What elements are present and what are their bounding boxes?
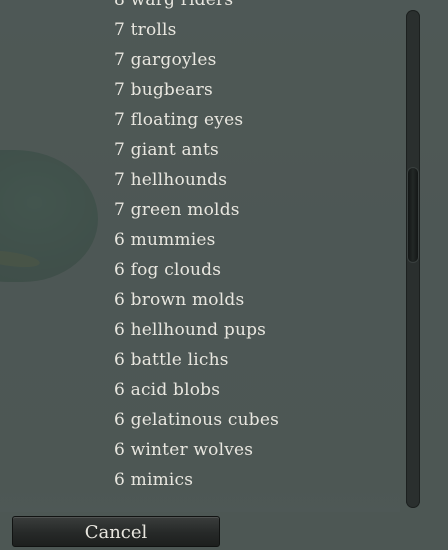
list-item[interactable]: 6 hellhound pups: [114, 315, 279, 345]
list-item[interactable]: 7 green molds: [114, 195, 279, 225]
game-screen: 8 warg riders 7 trolls 7 gargoyles 7 bug…: [0, 0, 448, 550]
list-item[interactable]: 6 winter wolves: [114, 435, 279, 465]
list-item[interactable]: 7 gargoyles: [114, 45, 279, 75]
scrollbar-track[interactable]: [406, 10, 420, 508]
list-item[interactable]: 6 brown molds: [114, 285, 279, 315]
list-item[interactable]: 7 bugbears: [114, 75, 279, 105]
list-viewport[interactable]: 8 warg riders 7 trolls 7 gargoyles 7 bug…: [0, 0, 400, 512]
list-item[interactable]: 7 giant ants: [114, 135, 279, 165]
list-item[interactable]: 6 mummies: [114, 225, 279, 255]
list-item[interactable]: 6 battle lichs: [114, 345, 279, 375]
kill-list-dialog: 8 warg riders 7 trolls 7 gargoyles 7 bug…: [0, 0, 448, 550]
scrollbar-thumb[interactable]: [408, 168, 418, 262]
list-item[interactable]: 6 fog clouds: [114, 255, 279, 285]
list-item[interactable]: 7 floating eyes: [114, 105, 279, 135]
list-item[interactable]: 6 acid blobs: [114, 375, 279, 405]
list-item[interactable]: 8 warg riders: [114, 0, 279, 15]
list-item[interactable]: 7 hellhounds: [114, 165, 279, 195]
list-item[interactable]: 7 trolls: [114, 15, 279, 45]
list-item[interactable]: 6 mimics: [114, 465, 279, 495]
cancel-button[interactable]: Cancel: [12, 516, 220, 547]
kill-list: 8 warg riders 7 trolls 7 gargoyles 7 bug…: [114, 0, 279, 495]
list-item[interactable]: 6 gelatinous cubes: [114, 405, 279, 435]
